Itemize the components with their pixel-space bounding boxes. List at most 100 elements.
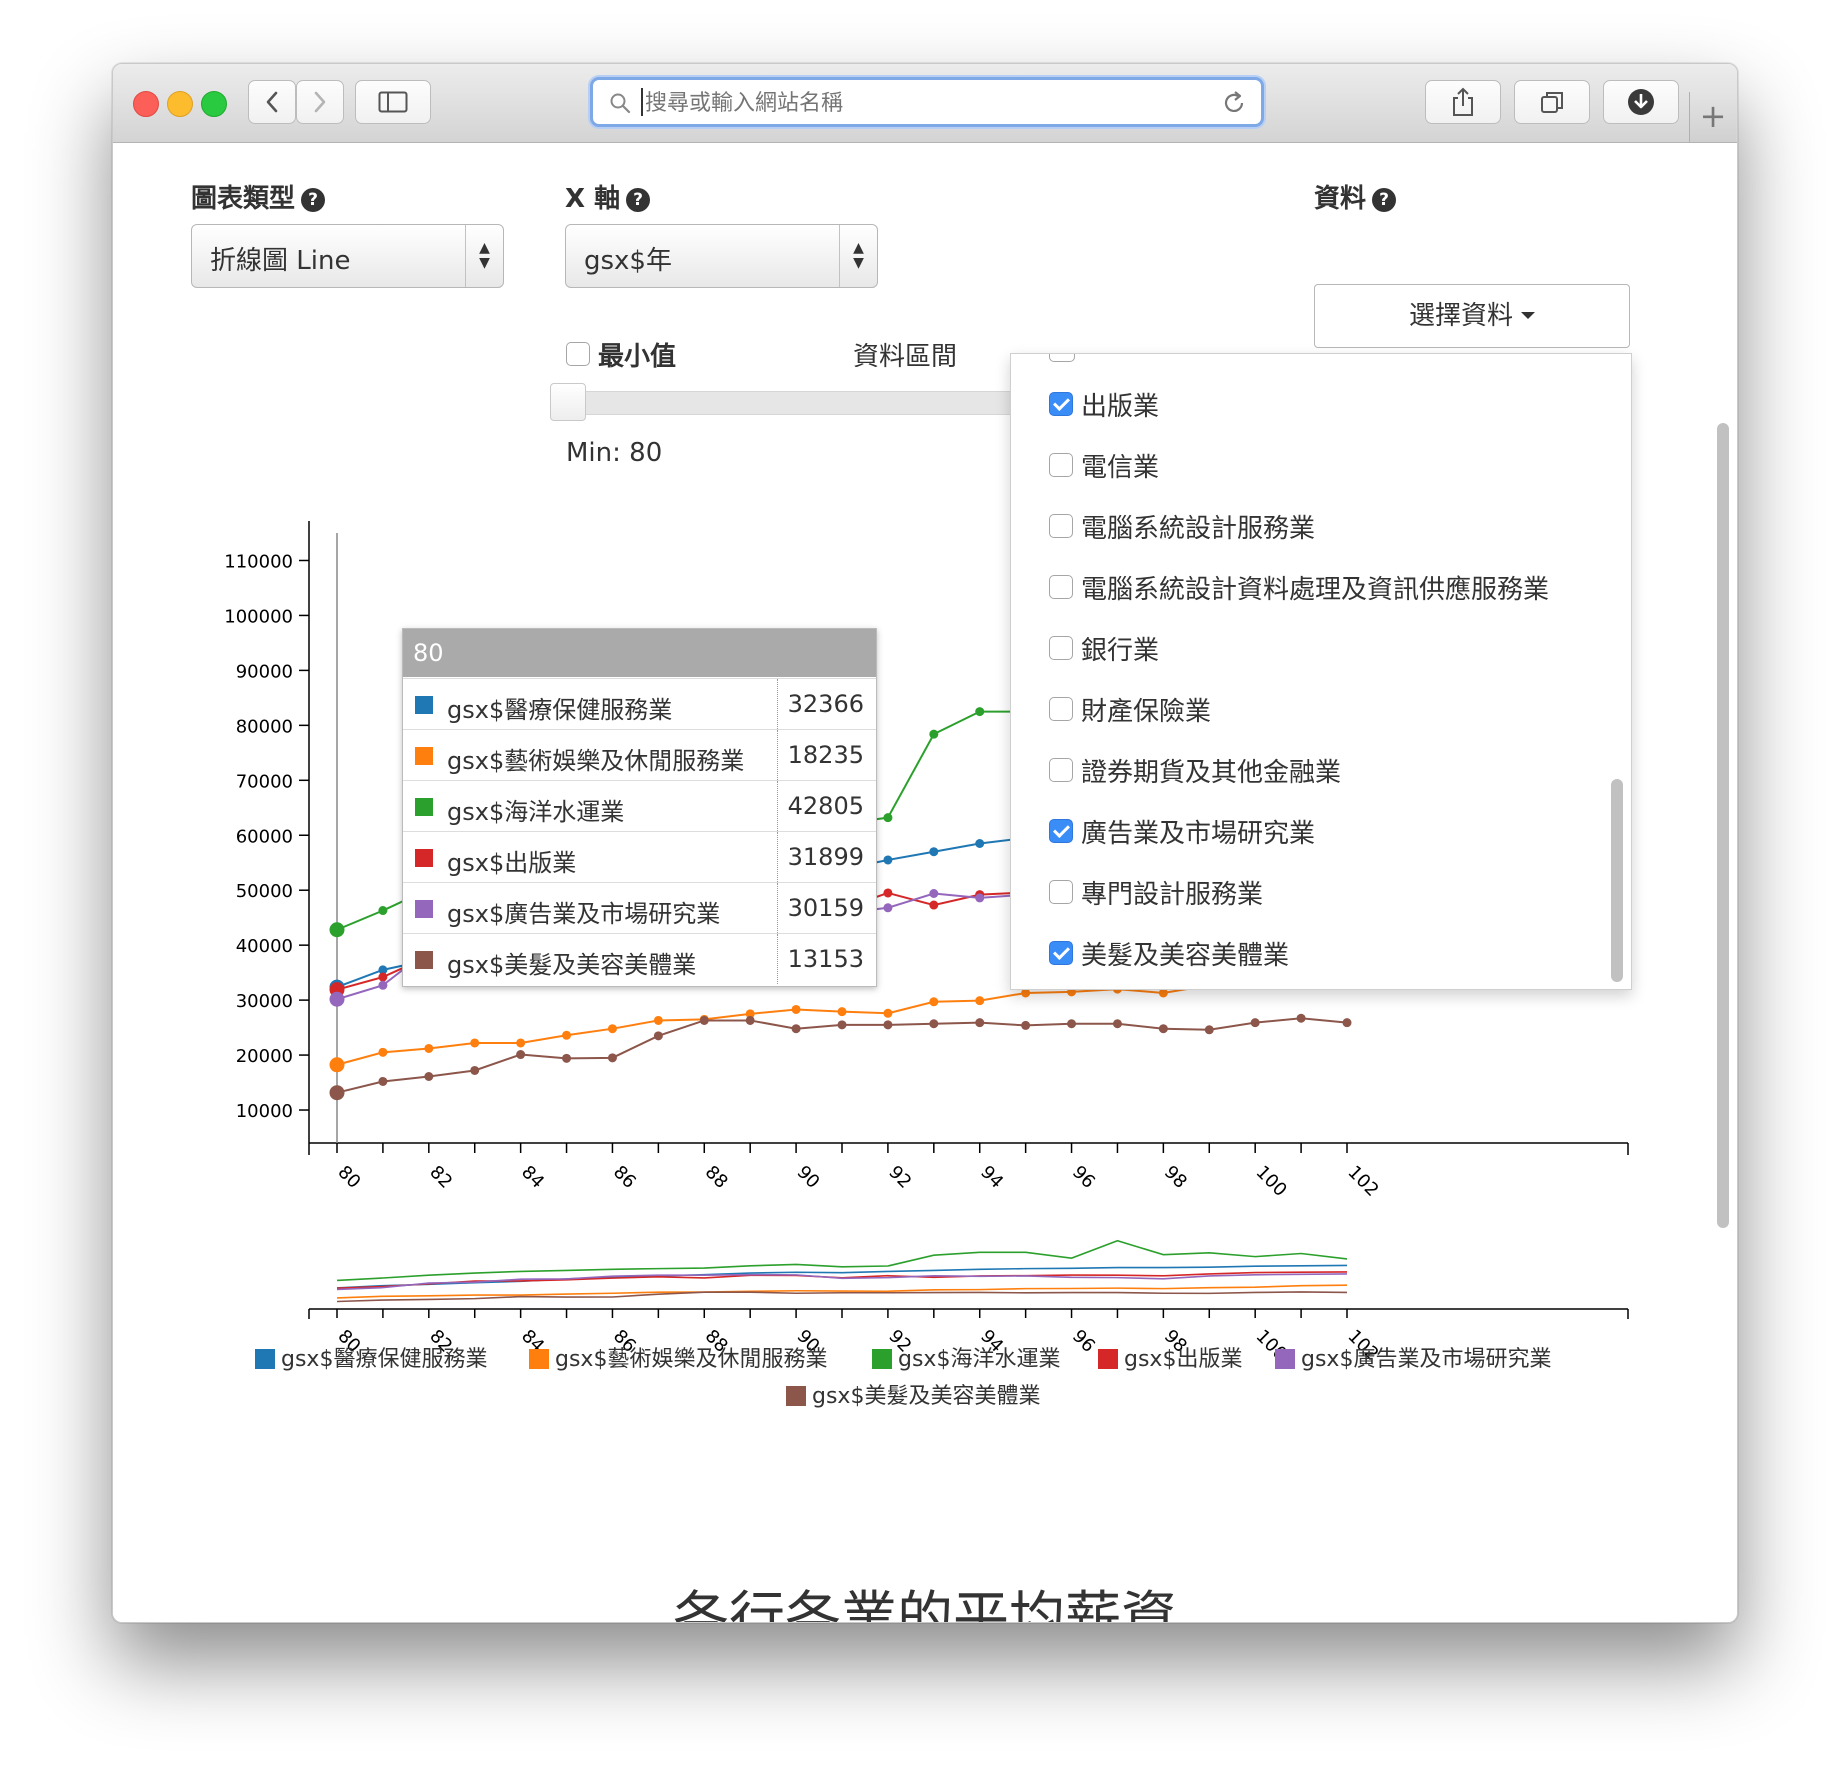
x-tick-label: 86 — [609, 1162, 640, 1193]
series-swatch — [415, 900, 433, 918]
reload-icon[interactable] — [1221, 90, 1247, 116]
data-point — [470, 1038, 480, 1048]
data-point — [516, 1038, 526, 1048]
back-button[interactable] — [248, 80, 296, 124]
data-point — [837, 1020, 847, 1030]
legend-item[interactable]: gsx$出版業 — [1098, 1341, 1242, 1373]
tooltip-series-value: 13153 — [787, 945, 864, 973]
data-point — [378, 980, 388, 990]
tooltip-series-name: gsx$廣告業及市場研究業 — [447, 900, 721, 928]
hover-tooltip: 80 gsx$醫療保健服務業 32366 gsx$藝術娛樂及休閒服務業 18235 gs… — [402, 628, 877, 987]
chevron-right-icon — [314, 91, 326, 113]
legend-label: gsx$藝術娛樂及休閒服務業 — [555, 1347, 828, 1372]
option-label: 電腦系統設計資料處理及資訊供應服務業 — [1081, 575, 1550, 605]
tooltip-series-name: gsx$美髮及美容美體業 — [447, 951, 697, 979]
sidebar-toggle-button[interactable] — [355, 80, 431, 124]
data-point — [378, 972, 388, 982]
x-tick-label: 80 — [333, 1162, 364, 1193]
x-tick-label: 82 — [425, 1162, 456, 1193]
data-point — [929, 1019, 939, 1029]
address-bar[interactable] — [590, 77, 1264, 127]
data-point — [1296, 1013, 1306, 1023]
close-window-button[interactable] — [133, 91, 159, 117]
data-point — [929, 889, 939, 899]
data-point — [1067, 1019, 1077, 1029]
data-point — [607, 1024, 617, 1034]
data-point — [1021, 1020, 1031, 1030]
context-series-line — [336, 1271, 1348, 1290]
legend-item[interactable]: gsx$藝術娛樂及休閒服務業 — [529, 1341, 827, 1373]
data-select-dropdown[interactable]: 出版業 電信業 電腦系統設計服務業 電腦系統設計資料處理及資訊供應服務業 銀行業 財產保險… — [1010, 353, 1632, 990]
zoom-window-button[interactable] — [201, 91, 227, 117]
tooltip-divider — [777, 781, 778, 831]
x-tick-label: 90 — [793, 1162, 824, 1193]
option-label: 銀行業 — [1081, 636, 1160, 666]
download-icon — [1628, 89, 1654, 115]
legend-swatch — [872, 1349, 892, 1369]
data-point — [929, 997, 939, 1007]
option-label: 美髮及美容美體業 — [1081, 941, 1290, 971]
data-point — [883, 1008, 893, 1018]
data-point — [329, 922, 345, 938]
data-point — [424, 1043, 434, 1053]
option-label: 財產保險業 — [1081, 697, 1212, 727]
legend-item[interactable]: gsx$廣告業及市場研究業 — [1275, 1341, 1551, 1373]
tooltip-series-value: 32366 — [787, 690, 864, 718]
page-scrollbar[interactable] — [1717, 423, 1729, 1228]
legend-swatch — [1098, 1349, 1118, 1369]
option-checkbox[interactable] — [1049, 636, 1073, 660]
legend-item[interactable]: gsx$美髮及美容美體業 — [786, 1378, 1040, 1410]
series-swatch — [415, 798, 433, 816]
tooltip-row: gsx$廣告業及市場研究業 30159 — [403, 882, 876, 933]
option-checkbox[interactable] — [1049, 697, 1073, 721]
option-checkbox[interactable] — [1049, 453, 1073, 477]
tooltip-series-value: 18235 — [787, 741, 864, 769]
address-input[interactable] — [645, 88, 1185, 118]
downloads-button[interactable] — [1603, 80, 1679, 124]
tooltip-row: gsx$醫療保健服務業 32366 — [403, 678, 876, 729]
y-tick-label: 110000 — [224, 551, 293, 572]
minimize-window-button[interactable] — [167, 91, 193, 117]
data-point — [883, 888, 893, 898]
tooltip-row: gsx$出版業 31899 — [403, 831, 876, 882]
y-tick-label: 20000 — [236, 1046, 293, 1067]
data-point — [1342, 1018, 1352, 1028]
page-content: 圖表類型? 折線圖 Line ▲ ▼ X 軸? gsx$年 ▲ ▼ 資料? 選擇資料… — [113, 143, 1737, 1622]
option-checkbox[interactable] — [1049, 758, 1073, 782]
forward-button[interactable] — [296, 80, 344, 124]
tooltip-divider — [777, 883, 778, 933]
legend-item[interactable]: gsx$醫療保健服務業 — [255, 1341, 487, 1373]
option-checkbox[interactable] — [1049, 392, 1073, 416]
share-button[interactable] — [1425, 80, 1501, 124]
data-point — [975, 838, 985, 848]
tooltip-divider — [777, 934, 778, 984]
data-point — [975, 893, 985, 903]
data-point — [929, 847, 939, 857]
option-checkbox[interactable] — [1049, 880, 1073, 904]
data-point — [329, 1057, 345, 1073]
data-point — [791, 1004, 801, 1014]
option-checkbox[interactable] — [1049, 514, 1073, 538]
x-tick-label: 98 — [1160, 1162, 1191, 1193]
partial-checkbox[interactable] — [1049, 354, 1075, 362]
tooltip-divider — [777, 730, 778, 780]
data-point — [837, 1007, 847, 1017]
legend-swatch — [1275, 1349, 1295, 1369]
tooltip-series-name: gsx$藝術娛樂及休閒服務業 — [447, 747, 745, 775]
x-tick-label: 94 — [976, 1162, 1007, 1193]
data-point — [1158, 1024, 1168, 1034]
share-icon — [1453, 87, 1473, 116]
data-point — [516, 1050, 526, 1060]
data-point — [1112, 1019, 1122, 1029]
dropdown-scrollbar[interactable] — [1611, 779, 1623, 982]
data-point — [791, 1024, 801, 1034]
option-checkbox[interactable] — [1049, 575, 1073, 599]
new-tab-button[interactable]: + — [1689, 92, 1736, 142]
tabs-overview-button[interactable] — [1514, 80, 1590, 124]
tooltip-series-name: gsx$醫療保健服務業 — [447, 696, 673, 724]
series-swatch — [415, 951, 433, 969]
legend-item[interactable]: gsx$海洋水運業 — [872, 1341, 1060, 1373]
series-line — [336, 1017, 1348, 1094]
option-checkbox[interactable] — [1049, 819, 1073, 843]
option-checkbox[interactable] — [1049, 941, 1073, 965]
